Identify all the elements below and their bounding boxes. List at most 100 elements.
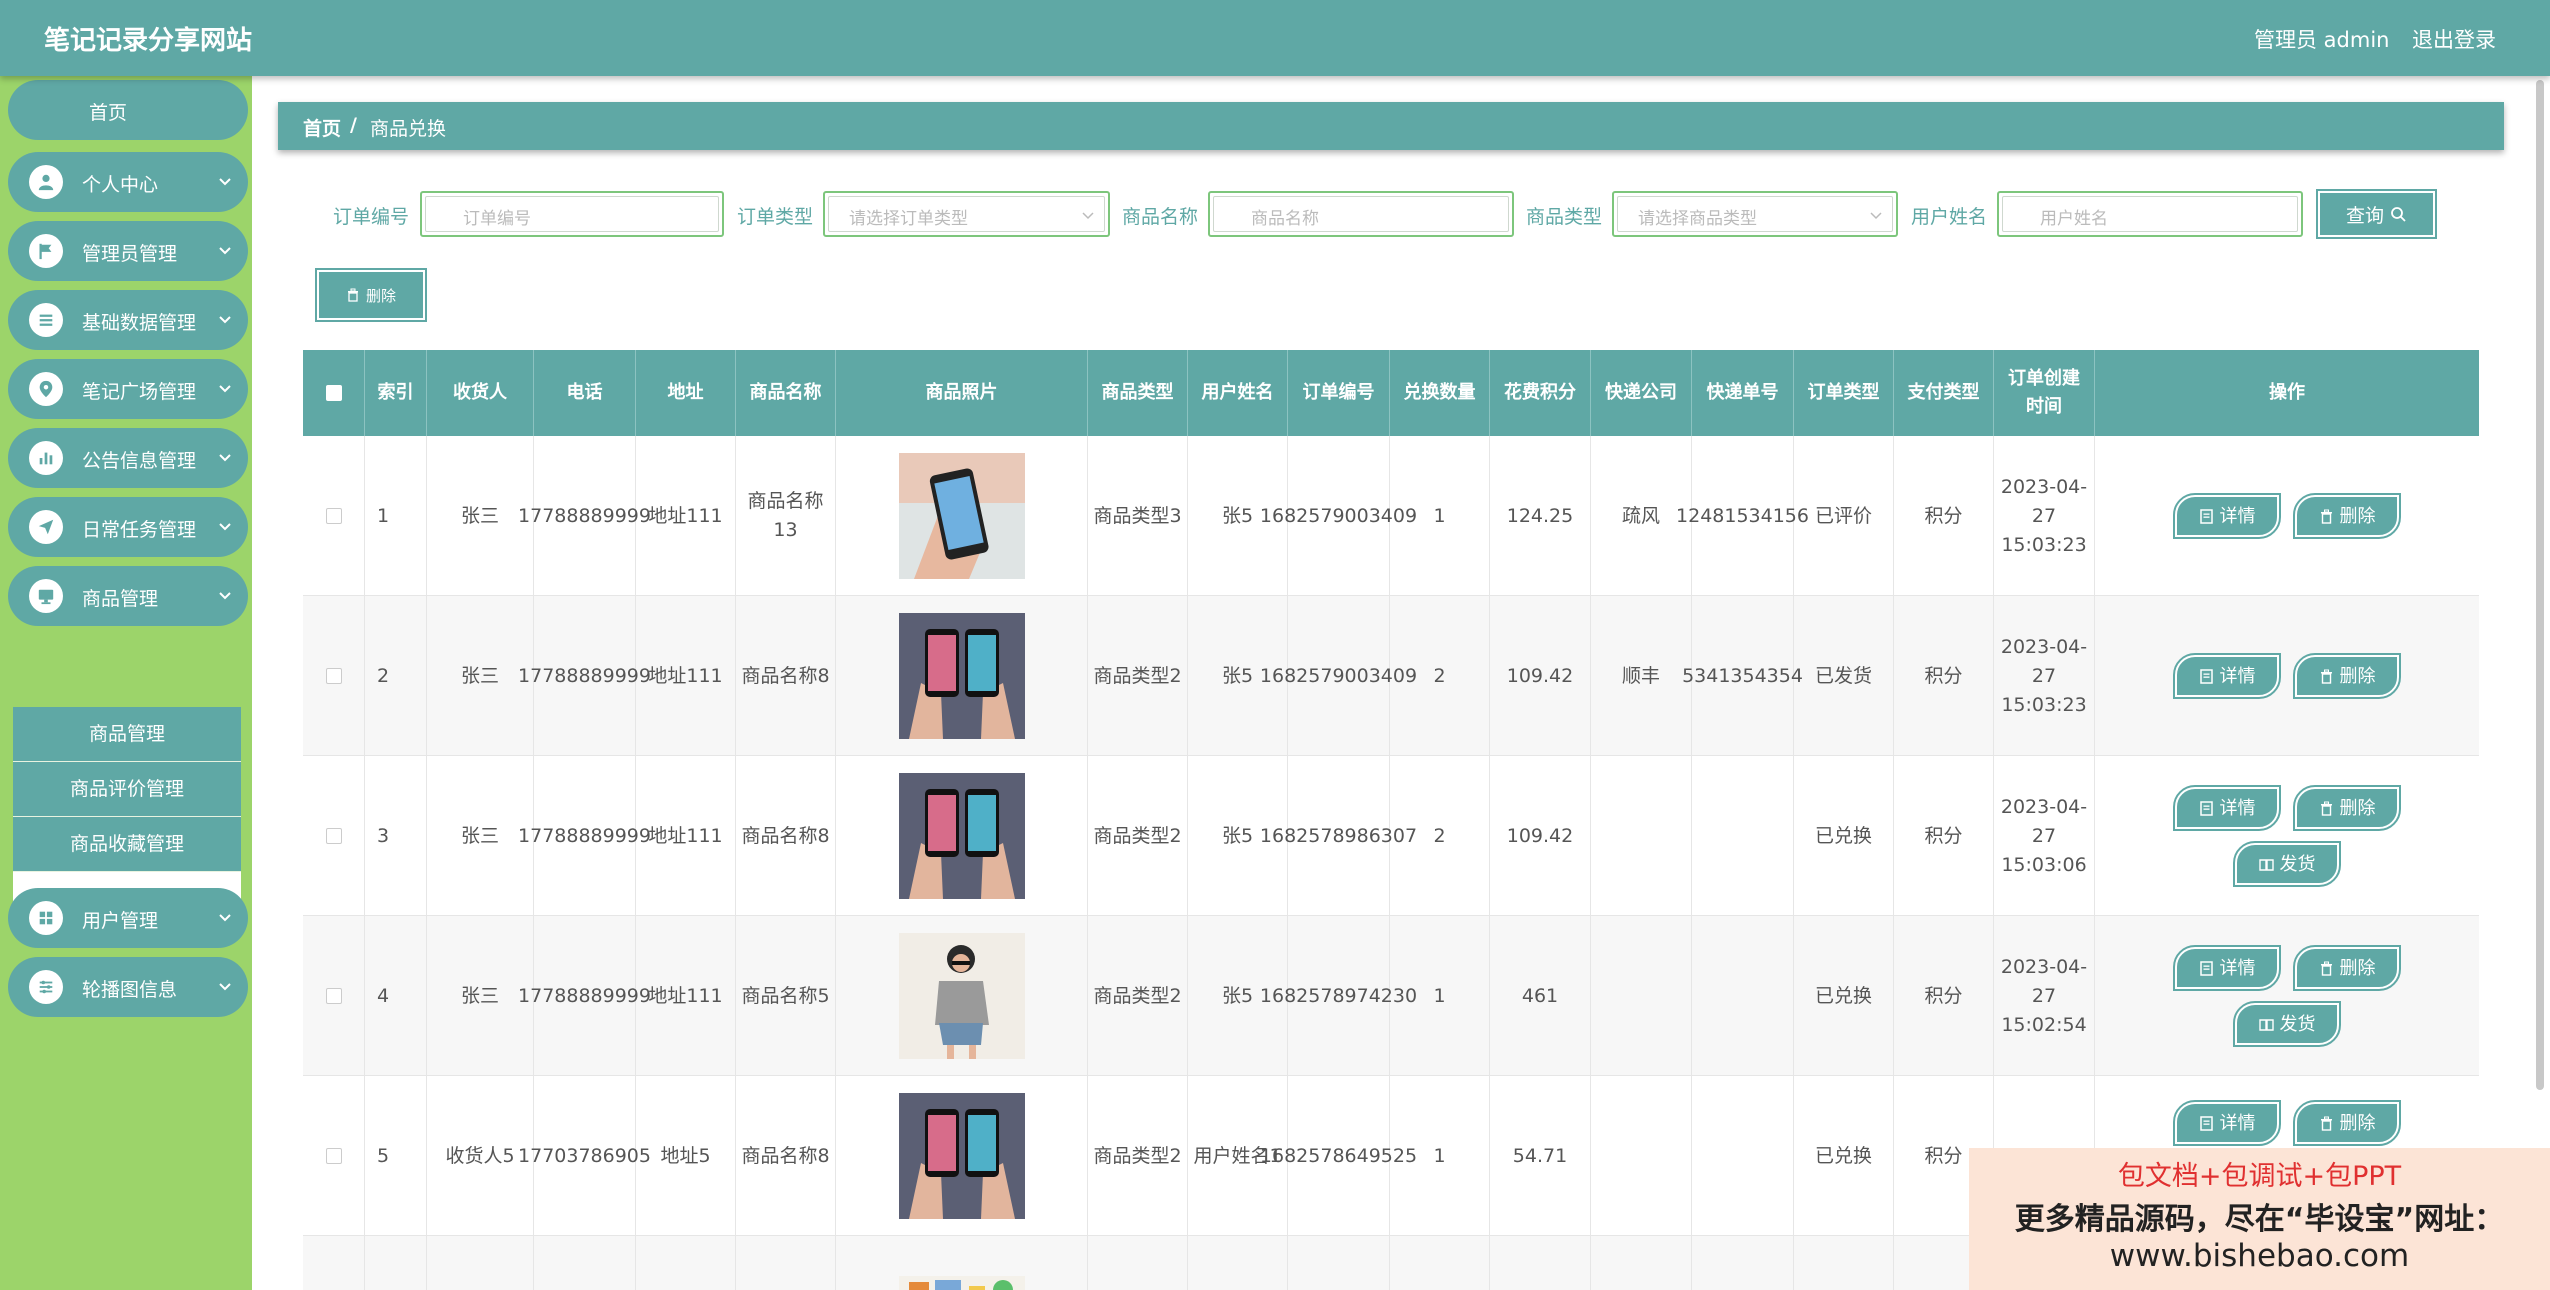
row-select-cell [303,756,365,916]
submenu-item-goods-review[interactable]: 商品评价管理 [13,762,241,817]
promo-banner: 包文档+包调试+包PPT 更多精品源码，尽在“毕设宝”网址： www.bishe… [1969,1148,2550,1290]
cell-express-no: 5341354354 [1682,596,1803,756]
goods-photo [898,1093,1025,1219]
send-icon [29,510,63,544]
row-select-cell [303,1076,365,1236]
book-icon [2258,1018,2274,1031]
breadcrumb-home[interactable]: 首页 [303,114,341,141]
sidebar-item-basic-data[interactable]: 基础数据管理 [8,290,248,350]
detail-button[interactable]: 详情 [2173,1100,2281,1146]
sidebar-item-users[interactable]: 用户管理 [8,888,248,948]
detail-button[interactable]: 详情 [2173,785,2281,831]
cell-order-type: 已兑换 [1794,916,1894,1076]
detail-label: 详情 [2219,665,2256,687]
cell-created: 2023-04-27 15:03:23 [1994,596,2095,756]
batch-delete-button[interactable]: 删除 [315,268,427,322]
table-cell [1390,1236,1490,1290]
row-checkbox[interactable] [325,508,342,524]
cell-photo [836,436,1088,596]
goods-name-input[interactable]: 商品名称 [1208,191,1514,237]
goods-type-placeholder: 请选择商品类型 [1638,209,1757,229]
chevron-down-icon [219,178,231,186]
chevron-down-icon [1082,212,1094,220]
row-checkbox[interactable] [325,988,342,1004]
chevron-down-icon [219,983,231,991]
user-name-input[interactable]: 用户姓名 [1997,191,2303,237]
detail-button[interactable]: 详情 [2173,945,2281,991]
table-cell [303,1236,365,1290]
sidebar-item-label: 用户管理 [82,910,159,932]
ship-button[interactable]: 发货 [2233,1001,2341,1047]
cell-qty: 1 [1390,916,1490,1076]
sidebar-item-label: 管理员管理 [82,243,178,265]
th-address: 地址 [636,350,736,436]
search-icon [2391,206,2406,222]
select-all-checkbox[interactable] [325,385,342,401]
cell-express: 顺丰 [1591,596,1692,756]
sliders-icon [29,970,63,1004]
logout-link[interactable]: 退出登录 [2412,24,2496,54]
cell-order-type: 已评价 [1794,436,1894,596]
scrollbar[interactable] [2536,80,2544,1090]
order-type-select[interactable]: 请选择订单类型 [823,191,1110,237]
sidebar-item-notice[interactable]: 公告信息管理 [8,428,248,488]
site-title: 笔记记录分享网站 [44,26,253,56]
cell-goods-type: 商品类型3 [1088,436,1188,596]
ship-button[interactable]: 发货 [2233,841,2341,887]
sidebar-item-admin[interactable]: 管理员管理 [8,221,248,281]
cell-express-no: 12481534156 [1676,436,1809,596]
sidebar-item-goods[interactable]: 商品管理 [8,566,248,626]
goods-type-select[interactable]: 请选择商品类型 [1612,191,1898,237]
sidebar-item-carousel[interactable]: 轮播图信息 [8,957,248,1017]
trash-icon [347,288,358,302]
delete-label: 删除 [2339,797,2376,819]
cell-points: 109.42 [1490,596,1591,756]
delete-button[interactable]: 删除 [2293,1100,2401,1146]
row-checkbox[interactable] [325,1148,342,1164]
sidebar-item-tasks[interactable]: 日常任务管理 [8,497,248,557]
cell-ops: 详情 删除 [2095,436,2479,596]
sidebar: 首页 个人中心 管理员管理 基础数据管理 笔记广场管理 公告信息管理 日常任务管… [0,76,252,1290]
cell-index: 3 [365,756,427,916]
chevron-down-icon [219,385,231,393]
location-icon [29,372,63,406]
breadcrumb-current: 商品兑换 [370,118,447,140]
th-ops: 操作 [2269,382,2305,403]
cell-phone: 17703786905 [518,1076,651,1236]
detail-button[interactable]: 详情 [2173,653,2281,699]
order-no-input[interactable]: 订单编号 [420,191,724,237]
promo-line2: 更多精品源码，尽在“毕设宝”网址： [2014,1202,2505,1237]
chevron-down-icon [219,592,231,600]
promo-line3: www.bishebao.com [2109,1238,2410,1274]
row-select-cell [303,436,365,596]
query-button[interactable]: 查询 [2316,189,2437,239]
goods-photo [898,1276,1025,1290]
row-checkbox[interactable] [325,668,342,684]
delete-button[interactable]: 删除 [2293,493,2401,539]
table-row: 3 张三 17788889999 地址111 商品名称8 商品类型2 张5 168257898… [303,756,2479,916]
breadcrumb-separator: / [350,114,357,136]
delete-button[interactable]: 删除 [2293,653,2401,699]
submenu-item-goods-favorite[interactable]: 商品收藏管理 [13,817,241,872]
delete-button[interactable]: 删除 [2293,785,2401,831]
delete-button[interactable]: 删除 [2293,945,2401,991]
cell-index: 1 [365,436,427,596]
detail-button[interactable]: 详情 [2173,493,2281,539]
row-checkbox[interactable] [325,828,342,844]
chevron-down-icon [1870,212,1882,220]
th-express-no: 快递单号 [1692,350,1794,436]
cell-address: 地址111 [636,596,736,756]
table-cell [1288,1236,1390,1290]
cell-phone: 17788889999 [518,756,651,916]
sidebar-item-personal[interactable]: 个人中心 [8,152,248,212]
table-row: 2 张三 17788889999 地址111 商品名称8 商品类型2 张5 168257900… [303,596,2479,756]
flag-icon [29,234,63,268]
chevron-down-icon [219,316,231,324]
table-row: 1 张三 17788889999 地址111 商品名称13 商品类型3 张5 16825790… [303,436,2479,596]
table-cell [427,1236,534,1290]
sidebar-item-home[interactable]: 首页 [8,80,248,140]
table-cell [1692,1236,1794,1290]
submenu-item-goods[interactable]: 商品管理 [13,707,241,762]
sidebar-item-notes[interactable]: 笔记广场管理 [8,359,248,419]
batch-delete-label: 删除 [365,286,396,305]
